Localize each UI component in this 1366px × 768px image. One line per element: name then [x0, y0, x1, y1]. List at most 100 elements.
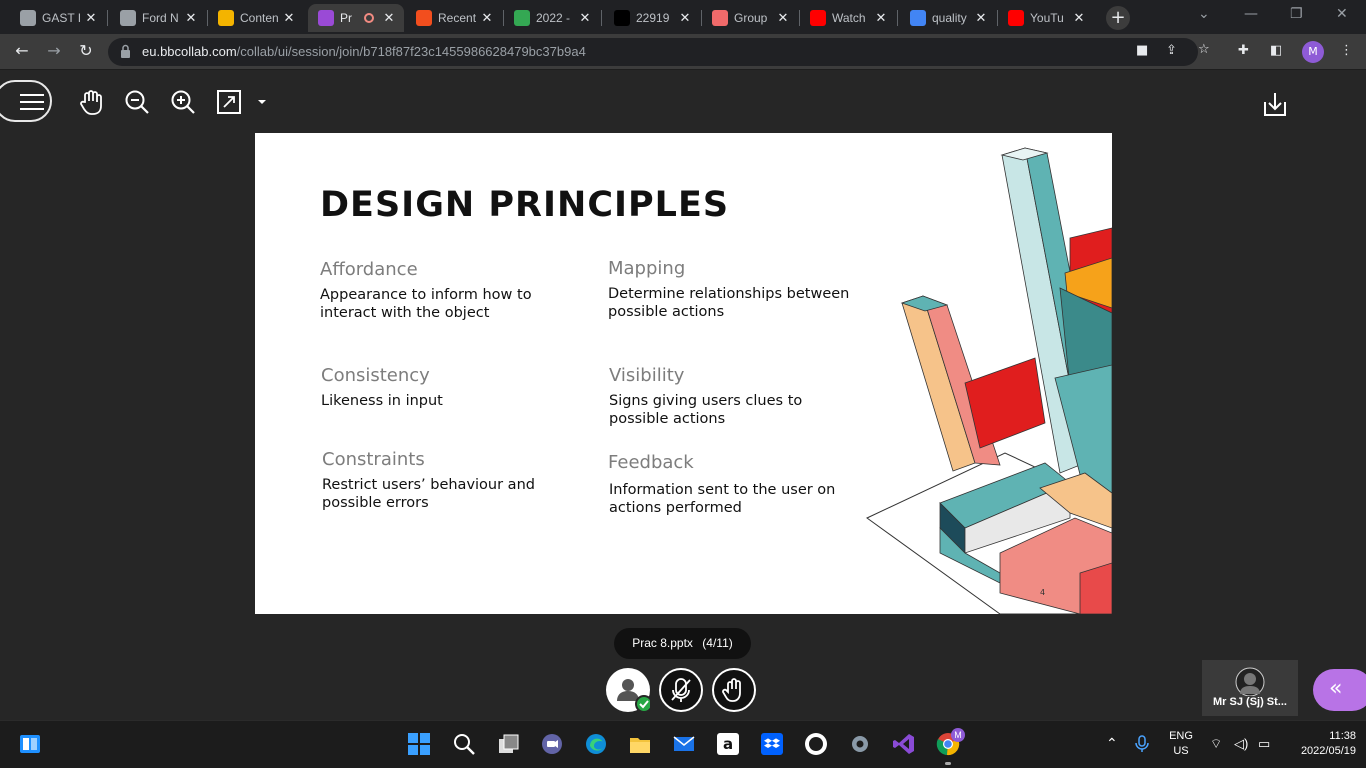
teams-chat-icon[interactable] [540, 732, 564, 756]
search-icon[interactable] [452, 732, 476, 756]
raise-hand-button[interactable] [712, 668, 756, 712]
visual-studio-icon[interactable] [892, 732, 916, 756]
reload-icon[interactable]: ↻ [74, 41, 98, 60]
close-tab-icon[interactable]: ✕ [774, 10, 792, 26]
chrome-menu-icon[interactable]: ⋮ [1340, 43, 1353, 58]
amazon-icon[interactable]: a [716, 732, 740, 756]
windows-taskbar: a M ⌃ ENG US ⌔ ◁) ▭ 11:38 2022/05/19 [0, 720, 1366, 768]
clock[interactable]: 11:38 2022/05/19 [1286, 730, 1356, 757]
close-tab-icon[interactable]: ✕ [280, 10, 298, 26]
clock-date: 2022/05/19 [1300, 745, 1356, 757]
close-tab-icon[interactable]: ✕ [82, 10, 100, 26]
widgets-icon[interactable] [18, 732, 42, 756]
svg-text:a: a [723, 735, 733, 753]
new-tab-button[interactable]: + [1106, 6, 1130, 30]
principle-heading-mapping: Mapping [608, 258, 686, 279]
close-tab-icon[interactable]: ✕ [676, 10, 694, 26]
participant-video-tile[interactable]: Mr SJ (Sj) St... [1202, 660, 1298, 716]
camera-icon[interactable]: ■ [1136, 43, 1148, 58]
close-tab-icon[interactable]: ✕ [182, 10, 200, 26]
language-indicator[interactable]: ENG US [1164, 730, 1198, 757]
tab-search-icon[interactable]: ⌄ [1198, 6, 1210, 22]
browser-tab[interactable]: Group ✕ [702, 4, 798, 32]
tab-title: 22919 [636, 11, 670, 25]
edge-browser-icon[interactable] [584, 732, 608, 756]
principle-text-constraints: Restrict users’ behaviour and possible e… [322, 477, 535, 511]
browser-tab[interactable]: Watch ✕ [800, 4, 896, 32]
browser-tab[interactable]: YouTu ✕ [998, 4, 1094, 32]
wifi-icon[interactable]: ⌔ [1210, 736, 1222, 752]
back-arrow-icon[interactable]: ← [10, 41, 34, 60]
microphone-icon[interactable] [1134, 735, 1150, 753]
active-app-indicator [945, 762, 951, 765]
zoom-in-icon[interactable] [169, 88, 197, 116]
bookmark-star-icon[interactable]: ☆ [1198, 42, 1210, 57]
url-omnibox[interactable]: eu.bbcollab.com/collab/ui/session/join/b… [108, 38, 1210, 66]
extensions-icon[interactable]: ✚ [1238, 43, 1249, 58]
tab-favicon-icon [614, 10, 630, 26]
slide-title: DESIGN PRINCIPLES [320, 185, 730, 225]
forward-arrow-icon[interactable]: → [42, 41, 66, 60]
fit-options-chevron-down-icon[interactable] [254, 88, 270, 116]
recording-indicator-icon [364, 13, 374, 23]
task-view-icon[interactable] [497, 732, 521, 756]
windows-start-icon[interactable] [407, 732, 431, 756]
participant-name: Mr SJ (Sj) St... [1213, 696, 1287, 708]
side-panel-icon[interactable]: ◧ [1270, 43, 1282, 58]
session-menu-button[interactable] [0, 80, 52, 122]
principle-text-consistency: Likeness in input [321, 393, 443, 409]
browser-tab[interactable]: Conten ✕ [208, 4, 304, 32]
chrome-profile-badge: M [951, 728, 965, 742]
download-icon[interactable] [1261, 90, 1289, 118]
mail-icon[interactable] [672, 732, 696, 756]
microphone-muted-button[interactable] [659, 668, 703, 712]
file-name: Prac 8.pptx [632, 636, 693, 650]
tab-title: 2022 - [536, 11, 571, 25]
profile-avatar[interactable]: M [1302, 41, 1324, 63]
close-tab-icon[interactable]: ✕ [478, 10, 496, 26]
minimize-icon[interactable]: — [1244, 6, 1258, 22]
show-hidden-icons-chevron-icon[interactable]: ⌃ [1106, 735, 1118, 752]
zoom-out-icon[interactable] [123, 88, 151, 116]
address-toolbar: ← → ↻ eu.bbcollab.com/collab/ui/session/… [0, 34, 1366, 70]
github-icon[interactable] [804, 732, 828, 756]
open-collaborate-panel-button[interactable]: « [1313, 669, 1366, 711]
tab-favicon-icon [416, 10, 432, 26]
share-icon[interactable]: ⇪ [1166, 43, 1177, 58]
browser-tab[interactable]: 22919 ✕ [604, 4, 700, 32]
clock-time: 11:38 [1329, 730, 1356, 742]
principle-text-affordance: Appearance to inform how to interact wit… [320, 287, 532, 321]
battery-icon[interactable]: ▭ [1258, 736, 1270, 752]
close-tab-icon[interactable]: ✕ [872, 10, 890, 26]
pan-hand-icon[interactable] [77, 88, 105, 116]
close-tab-icon[interactable]: ✕ [380, 10, 398, 26]
close-tab-icon[interactable]: ✕ [1070, 10, 1088, 26]
tab-separator [601, 10, 602, 26]
tab-separator [107, 10, 108, 26]
principle-heading-consistency: Consistency [321, 365, 430, 386]
tab-title: Group [734, 11, 768, 25]
dropbox-icon[interactable] [760, 732, 784, 756]
browser-tab[interactable]: Recent ✕ [406, 4, 502, 32]
tab-favicon-icon [910, 10, 926, 26]
collaborate-stage: DESIGN PRINCIPLES Affordance Appearance … [0, 70, 1366, 720]
browser-tab[interactable]: Pr ✕ [308, 4, 404, 32]
browser-tab[interactable]: GAST I ✕ [10, 4, 106, 32]
browser-tab[interactable]: quality ✕ [900, 4, 996, 32]
my-status-button[interactable] [606, 668, 653, 713]
restore-icon[interactable]: ❐ [1290, 6, 1303, 22]
tab-title: Pr [340, 11, 352, 25]
file-explorer-icon[interactable] [628, 732, 652, 756]
volume-icon[interactable]: ◁) [1234, 736, 1248, 752]
close-tab-icon[interactable]: ✕ [972, 10, 990, 26]
principle-heading-feedback: Feedback [608, 452, 694, 473]
settings-gear-icon[interactable] [848, 732, 872, 756]
browser-tab[interactable]: 2022 - ✕ [504, 4, 600, 32]
close-window-icon[interactable]: ✕ [1336, 6, 1348, 22]
tab-favicon-icon [218, 10, 234, 26]
browser-tab[interactable]: Ford N ✕ [110, 4, 206, 32]
fit-to-screen-icon[interactable] [215, 88, 243, 116]
tab-title: GAST I [42, 11, 82, 25]
principle-text-mapping: Determine relationships between possible… [608, 286, 850, 320]
close-tab-icon[interactable]: ✕ [576, 10, 594, 26]
